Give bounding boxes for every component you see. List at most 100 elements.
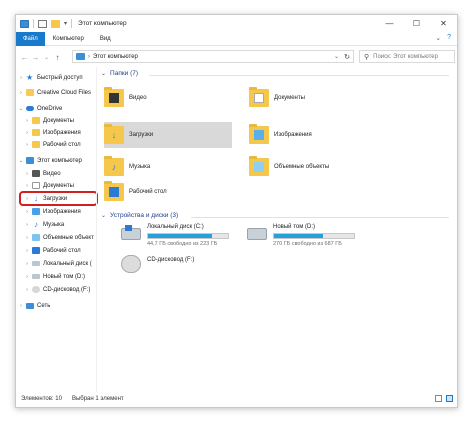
nav-item-video[interactable]: › Видео bbox=[24, 168, 61, 179]
tiles-view-icon[interactable] bbox=[446, 395, 453, 402]
breadcrumb[interactable]: Этот компьютер bbox=[93, 54, 138, 60]
system-drive-icon bbox=[121, 225, 141, 240]
ribbon-tabs: Файл Компьютер Вид ⌄ ? bbox=[16, 31, 457, 46]
tab-file[interactable]: Файл bbox=[16, 31, 45, 46]
nav-item-this-pc[interactable]: ⌄ Этот компьютер bbox=[18, 155, 82, 166]
nav-item-network[interactable]: › Сеть bbox=[18, 300, 50, 311]
folder-tile-images[interactable]: Изображения bbox=[249, 122, 377, 148]
computer-icon bbox=[26, 157, 34, 164]
folder-icon bbox=[249, 124, 269, 144]
chevron-down-icon[interactable]: ⌄ bbox=[101, 70, 106, 77]
folder-tile-documents[interactable]: Документы bbox=[249, 85, 377, 111]
nav-item-documents[interactable]: › Документы bbox=[24, 180, 74, 191]
nav-item-3d-objects[interactable]: › Объемные объект bbox=[24, 232, 94, 243]
folder-icon bbox=[32, 129, 40, 136]
creative-cloud-icon bbox=[26, 89, 34, 96]
document-icon bbox=[32, 182, 40, 189]
folder-icon bbox=[104, 181, 124, 201]
network-icon bbox=[26, 302, 34, 309]
selection-count: Выбран 1 элемент bbox=[71, 396, 124, 402]
drive-tile-c[interactable]: Локальный диск (C:) 44,7 ГБ свободно из … bbox=[121, 224, 241, 254]
folder-icon bbox=[104, 87, 124, 107]
drive-tile-f[interactable]: CD-дисковод (F:) bbox=[121, 253, 241, 283]
nav-item-onedrive-documents[interactable]: › Документы bbox=[24, 115, 74, 126]
refresh-icon[interactable]: ↻ bbox=[344, 53, 350, 61]
back-button[interactable]: ← bbox=[19, 53, 30, 62]
details-view-icon[interactable] bbox=[435, 395, 442, 402]
folder-icon bbox=[249, 156, 269, 176]
folders-group-header[interactable]: ⌄ Папки (7) bbox=[101, 70, 138, 77]
close-button[interactable]: ✕ bbox=[430, 15, 457, 32]
nav-item-quick-access[interactable]: › ★ Быстрый доступ bbox=[18, 72, 83, 83]
desktop-icon bbox=[109, 187, 119, 197]
nav-item-music[interactable]: › ♪ Музыка bbox=[24, 219, 64, 230]
item-count: Элементов: 10 bbox=[21, 396, 62, 402]
drive-icon bbox=[32, 274, 40, 279]
nav-item-onedrive-images[interactable]: › Изображения bbox=[24, 127, 81, 138]
pane-divider[interactable] bbox=[96, 67, 97, 392]
forward-button[interactable]: → bbox=[30, 53, 41, 62]
navigation-pane: › ★ Быстрый доступ › Creative Cloud File… bbox=[16, 70, 96, 390]
image-icon bbox=[254, 130, 264, 140]
address-bar[interactable]: › Этот компьютер ⌄ ↻ bbox=[72, 50, 354, 63]
image-icon bbox=[32, 208, 40, 215]
drive-icon bbox=[32, 261, 40, 266]
customize-qat-icon[interactable]: ▾ bbox=[64, 20, 67, 27]
star-icon: ★ bbox=[26, 73, 34, 82]
computer-icon bbox=[20, 19, 29, 28]
nav-item-desktop[interactable]: › Рабочий стол bbox=[24, 245, 81, 256]
drive-usage-fill bbox=[274, 234, 323, 238]
video-icon bbox=[32, 170, 40, 177]
folder-tile-3d-objects[interactable]: Объемные объекты bbox=[249, 154, 377, 180]
folder-tile-downloads[interactable]: ↓ Загрузки bbox=[104, 122, 232, 148]
folder-icon bbox=[32, 117, 40, 124]
drive-usage-bar bbox=[147, 233, 229, 239]
video-icon bbox=[109, 93, 119, 103]
chevron-down-icon[interactable]: ⌄ bbox=[435, 34, 441, 42]
music-icon: ♪ bbox=[34, 220, 38, 229]
chevron-down-icon[interactable]: ⌄ bbox=[101, 212, 106, 219]
search-placeholder: Поиск: Этот компьютер bbox=[373, 53, 438, 60]
folder-tile-video[interactable]: Видео bbox=[104, 85, 232, 111]
breadcrumb-separator-icon: › bbox=[88, 53, 90, 60]
drive-usage-bar bbox=[273, 233, 355, 239]
title-bar[interactable]: ▾ Этот компьютер — ☐ ✕ bbox=[16, 15, 457, 32]
document-icon bbox=[254, 93, 264, 103]
content-area: ⌄ Папки (7) Видео Документы ↓ Загрузки И… bbox=[99, 67, 457, 392]
desktop-icon bbox=[32, 247, 40, 254]
new-folder-icon[interactable] bbox=[51, 19, 60, 28]
search-icon: ⚲ bbox=[364, 53, 370, 61]
drive-tile-d[interactable]: Новый том (D:) 270 ГБ свободно из 687 ГБ bbox=[247, 224, 367, 254]
cd-icon bbox=[121, 255, 141, 273]
3d-objects-icon bbox=[254, 162, 264, 172]
maximize-button[interactable]: ☐ bbox=[403, 15, 430, 32]
nav-item-cd-drive[interactable]: › CD-дисковод (F:) bbox=[24, 284, 90, 295]
explorer-window: ▾ Этот компьютер — ☐ ✕ Файл Компьютер Ви… bbox=[15, 14, 458, 408]
folder-icon bbox=[249, 87, 269, 107]
drives-group-header[interactable]: ⌄ Устройства и диски (3) bbox=[101, 212, 178, 219]
folder-tile-music[interactable]: ♪ Музыка bbox=[104, 154, 232, 180]
nav-item-new-volume-d[interactable]: › Новый том (D:) bbox=[24, 271, 85, 282]
nav-item-onedrive[interactable]: ⌄ OneDrive bbox=[18, 103, 63, 114]
navigation-bar: ← → ⌄ ↑ › Этот компьютер ⌄ ↻ ⚲ Поиск: Эт… bbox=[16, 47, 457, 67]
nav-item-onedrive-desktop[interactable]: › Рабочий стол bbox=[24, 139, 81, 150]
help-icon[interactable]: ? bbox=[447, 34, 451, 42]
highlight-annotation bbox=[19, 191, 98, 206]
properties-icon[interactable] bbox=[38, 19, 47, 28]
folder-icon: ♪ bbox=[104, 156, 124, 176]
folder-tile-desktop[interactable]: Рабочий стол bbox=[104, 179, 232, 205]
address-dropdown-icon[interactable]: ⌄ bbox=[334, 53, 339, 60]
folder-icon: ↓ bbox=[104, 124, 124, 144]
tab-view[interactable]: Вид bbox=[92, 32, 119, 46]
recent-locations-button[interactable]: ⌄ bbox=[41, 54, 52, 61]
computer-icon bbox=[76, 53, 85, 60]
nav-item-local-disk-c[interactable]: › Локальный диск ( bbox=[24, 258, 92, 269]
status-bar: Элементов: 10 Выбран 1 элемент bbox=[16, 391, 457, 407]
download-icon: ↓ bbox=[111, 130, 117, 140]
search-input[interactable]: ⚲ Поиск: Этот компьютер bbox=[359, 50, 455, 63]
up-button[interactable]: ↑ bbox=[52, 53, 63, 62]
nav-item-images[interactable]: › Изображения bbox=[24, 206, 81, 217]
nav-item-creative-cloud[interactable]: › Creative Cloud Files bbox=[18, 87, 91, 98]
minimize-button[interactable]: — bbox=[376, 15, 403, 32]
tab-computer[interactable]: Компьютер bbox=[45, 32, 92, 46]
